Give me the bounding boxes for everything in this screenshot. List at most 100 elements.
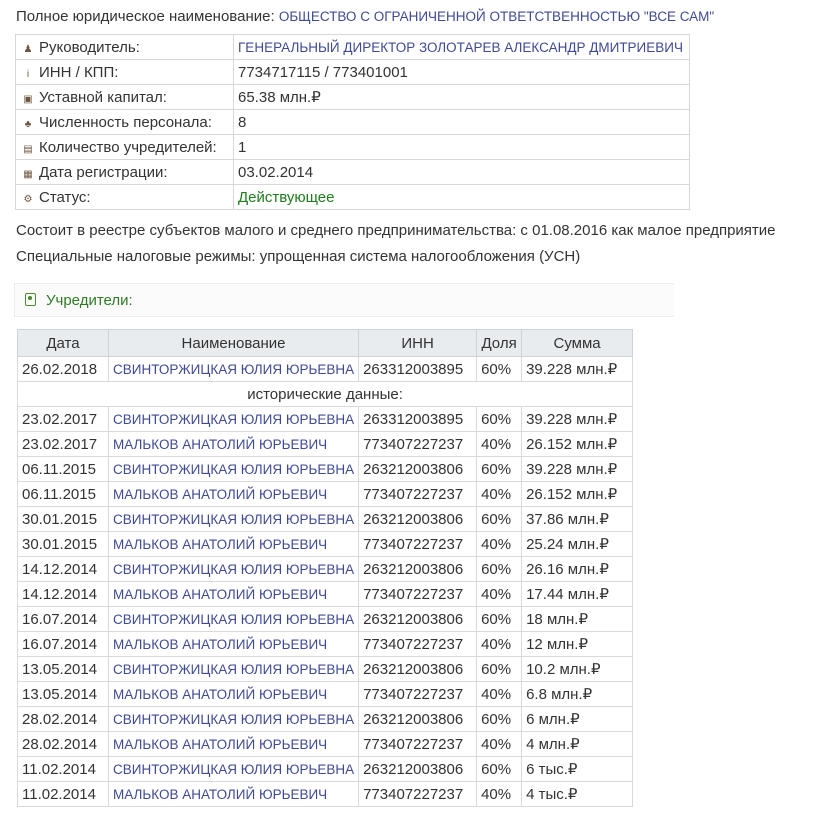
cell-inn: 773407227237: [358, 581, 478, 607]
founder-name-link[interactable]: МАЛЬКОВ АНАТОЛИЙ ЮРЬЕВИЧ: [107, 531, 360, 557]
cell-date: 06.11.2015: [17, 481, 109, 507]
table-row: 23.02.2017 МАЛЬКОВ АНАТОЛИЙ ЮРЬЕВИЧ 773407…: [17, 431, 634, 457]
sme-registry-line: Состоит в реестре субъектов малого и сре…: [16, 222, 776, 239]
cell-sum: 18 млн.₽: [521, 606, 634, 632]
info-label-cell: ▦ Дата регистрации:: [15, 159, 234, 185]
founder-name-link[interactable]: СВИНТОРЖИЦКАЯ ЮЛИЯ ЮРЬЕВНА: [107, 356, 360, 382]
cell-share: 40%: [476, 581, 523, 607]
cell-share: 60%: [476, 606, 523, 632]
cell-inn: 263212003806: [358, 606, 478, 632]
founder-name-link[interactable]: СВИНТОРЖИЦКАЯ ЮЛИЯ ЮРЬЕВНА: [107, 506, 360, 532]
person-icon: ♟: [23, 43, 33, 55]
cell-inn: 773407227237: [358, 431, 478, 457]
table-row: 28.02.2014 СВИНТОРЖИЦКАЯ ЮЛИЯ ЮРЬЕВНА 2632…: [17, 706, 634, 732]
cell-date: 26.02.2018: [17, 356, 109, 382]
cell-date: 30.01.2015: [17, 506, 109, 532]
founder-name-link[interactable]: МАЛЬКОВ АНАТОЛИЙ ЮРЬЕВИЧ: [107, 731, 360, 757]
cell-sum: 39.228 млн.₽: [521, 356, 634, 382]
founder-name-link[interactable]: СВИНТОРЖИЦКАЯ ЮЛИЯ ЮРЬЕВНА: [107, 556, 360, 582]
founders-table-header: Дата Наименование ИНН Доля Сумма: [17, 329, 634, 357]
info-row: ⚙ Статус: Действующее: [15, 184, 690, 210]
founder-name-link[interactable]: СВИНТОРЖИЦКАЯ ЮЛИЯ ЮРЬЕВНА: [107, 406, 360, 432]
founder-name-link[interactable]: СВИНТОРЖИЦКАЯ ЮЛИЯ ЮРЬЕВНА: [107, 656, 360, 682]
founders-panel-header: Учредители:: [14, 283, 674, 317]
founder-name-link[interactable]: МАЛЬКОВ АНАТОЛИЙ ЮРЬЕВИЧ: [107, 781, 360, 807]
column-header-sum: Сумма: [521, 329, 634, 357]
cell-inn: 773407227237: [358, 781, 478, 807]
cell-sum: 17.44 млн.₽: [521, 581, 634, 607]
cell-sum: 6.8 млн.₽: [521, 681, 634, 707]
table-row: 16.07.2014 МАЛЬКОВ АНАТОЛИЙ ЮРЬЕВИЧ 773407…: [17, 631, 634, 657]
cell-inn: 263212003806: [358, 656, 478, 682]
cell-sum: 39.228 млн.₽: [521, 456, 634, 482]
founder-name-link[interactable]: МАЛЬКОВ АНАТОЛИЙ ЮРЬЕВИЧ: [107, 431, 360, 457]
cell-date: 13.05.2014: [17, 656, 109, 682]
founder-name-link[interactable]: СВИНТОРЖИЦКАЯ ЮЛИЯ ЮРЬЕВНА: [107, 756, 360, 782]
founders-table: Дата Наименование ИНН Доля Сумма 26.02.2…: [16, 329, 634, 807]
full-legal-name-link[interactable]: ОБЩЕСТВО С ОГРАНИЧЕННОЙ ОТВЕТСТВЕННОСТЬЮ…: [279, 9, 714, 24]
table-row: 30.01.2015 СВИНТОРЖИЦКАЯ ЮЛИЯ ЮРЬЕВНА 2632…: [17, 506, 634, 532]
info-row: ▣ Уставной капитал: 65.38 млн.₽: [15, 84, 690, 110]
cell-share: 60%: [476, 456, 523, 482]
table-row: 14.12.2014 СВИНТОРЖИЦКАЯ ЮЛИЯ ЮРЬЕВНА 2632…: [17, 556, 634, 582]
column-header-name: Наименование: [107, 329, 360, 357]
cell-inn: 263212003806: [358, 556, 478, 582]
info-value: 65.38 млн.₽: [233, 84, 690, 110]
info-icon: i: [26, 68, 30, 80]
cell-date: 14.12.2014: [17, 556, 109, 582]
cell-share: 60%: [476, 506, 523, 532]
cell-date: 11.02.2014: [17, 756, 109, 782]
founder-name-link[interactable]: МАЛЬКОВ АНАТОЛИЙ ЮРЬЕВИЧ: [107, 581, 360, 607]
table-row: 16.07.2014 СВИНТОРЖИЦКАЯ ЮЛИЯ ЮРЬЕВНА 2632…: [17, 606, 634, 632]
table-row: 30.01.2015 МАЛЬКОВ АНАТОЛИЙ ЮРЬЕВИЧ 773407…: [17, 531, 634, 557]
full-legal-name: Полное юридическое наименование: ОБЩЕСТВ…: [16, 8, 714, 25]
info-label-cell: ▣ Уставной капитал:: [15, 84, 234, 110]
cell-sum: 39.228 млн.₽: [521, 406, 634, 432]
column-header-date: Дата: [17, 329, 109, 357]
info-row: ♣ Численность персонала: 8: [15, 109, 690, 135]
cell-sum: 26.152 млн.₽: [521, 431, 634, 457]
cell-share: 40%: [476, 731, 523, 757]
cell-sum: 37.86 млн.₽: [521, 506, 634, 532]
cell-share: 40%: [476, 481, 523, 507]
info-row: ▤ Количество учредителей: 1: [15, 134, 690, 160]
cell-sum: 26.16 млн.₽: [521, 556, 634, 582]
info-value: 1: [233, 134, 690, 160]
founder-name-link[interactable]: СВИНТОРЖИЦКАЯ ЮЛИЯ ЮРЬЕВНА: [107, 706, 360, 732]
history-divider-row: исторические данные:: [16, 381, 634, 407]
founder-name-link[interactable]: СВИНТОРЖИЦКАЯ ЮЛИЯ ЮРЬЕВНА: [107, 606, 360, 632]
director-link[interactable]: ГЕНЕРАЛЬНЫЙ ДИРЕКТОР ЗОЛОТАРЕВ АЛЕКСАНДР…: [233, 34, 690, 60]
cell-date: 11.02.2014: [17, 781, 109, 807]
table-row-current: 26.02.2018 СВИНТОРЖИЦКАЯ ЮЛИЯ ЮРЬЕВНА 26…: [17, 356, 634, 382]
cell-sum: 6 тыс.₽: [521, 756, 634, 782]
founders-panel-title: Учредители:: [46, 292, 133, 309]
cell-share: 60%: [476, 656, 523, 682]
cell-inn: 263312003895: [358, 406, 478, 432]
cell-date: 23.02.2017: [17, 431, 109, 457]
info-label-cell: ⚙ Статус:: [15, 184, 234, 210]
cell-inn: 263212003806: [358, 756, 478, 782]
table-row: 11.02.2014 СВИНТОРЖИЦКАЯ ЮЛИЯ ЮРЬЕВНА 2632…: [17, 756, 634, 782]
info-label: ИНН / КПП:: [39, 63, 119, 81]
calendar-icon: ▦: [23, 168, 33, 180]
info-row: i ИНН / КПП: 7734717115 / 773401001: [15, 59, 690, 85]
cell-inn: 773407227237: [358, 531, 478, 557]
founder-name-link[interactable]: МАЛЬКОВ АНАТОЛИЙ ЮРЬЕВИЧ: [107, 481, 360, 507]
cell-share: 40%: [476, 631, 523, 657]
info-value: 03.02.2014: [233, 159, 690, 185]
cell-date: 30.01.2015: [17, 531, 109, 557]
info-label-cell: ♟ Руководитель:: [15, 34, 234, 60]
founder-name-link[interactable]: МАЛЬКОВ АНАТОЛИЙ ЮРЬЕВИЧ: [107, 631, 360, 657]
company-info-table: ♟ Руководитель: ГЕНЕРАЛЬНЫЙ ДИРЕКТОР ЗОЛОТ…: [15, 34, 690, 210]
info-value: 8: [233, 109, 690, 135]
founder-name-link[interactable]: МАЛЬКОВ АНАТОЛИЙ ЮРЬЕВИЧ: [107, 681, 360, 707]
cell-date: 28.02.2014: [17, 731, 109, 757]
cell-share: 40%: [476, 681, 523, 707]
cell-inn: 773407227237: [358, 731, 478, 757]
founder-name-link[interactable]: СВИНТОРЖИЦКАЯ ЮЛИЯ ЮРЬЕВНА: [107, 456, 360, 482]
cell-inn: 773407227237: [358, 631, 478, 657]
cell-inn: 773407227237: [358, 481, 478, 507]
info-label: Статус:: [39, 188, 91, 206]
cell-sum: 4 тыс.₽: [521, 781, 634, 807]
table-row: 06.11.2015 МАЛЬКОВ АНАТОЛИЙ ЮРЬЕВИЧ 773407…: [17, 481, 634, 507]
